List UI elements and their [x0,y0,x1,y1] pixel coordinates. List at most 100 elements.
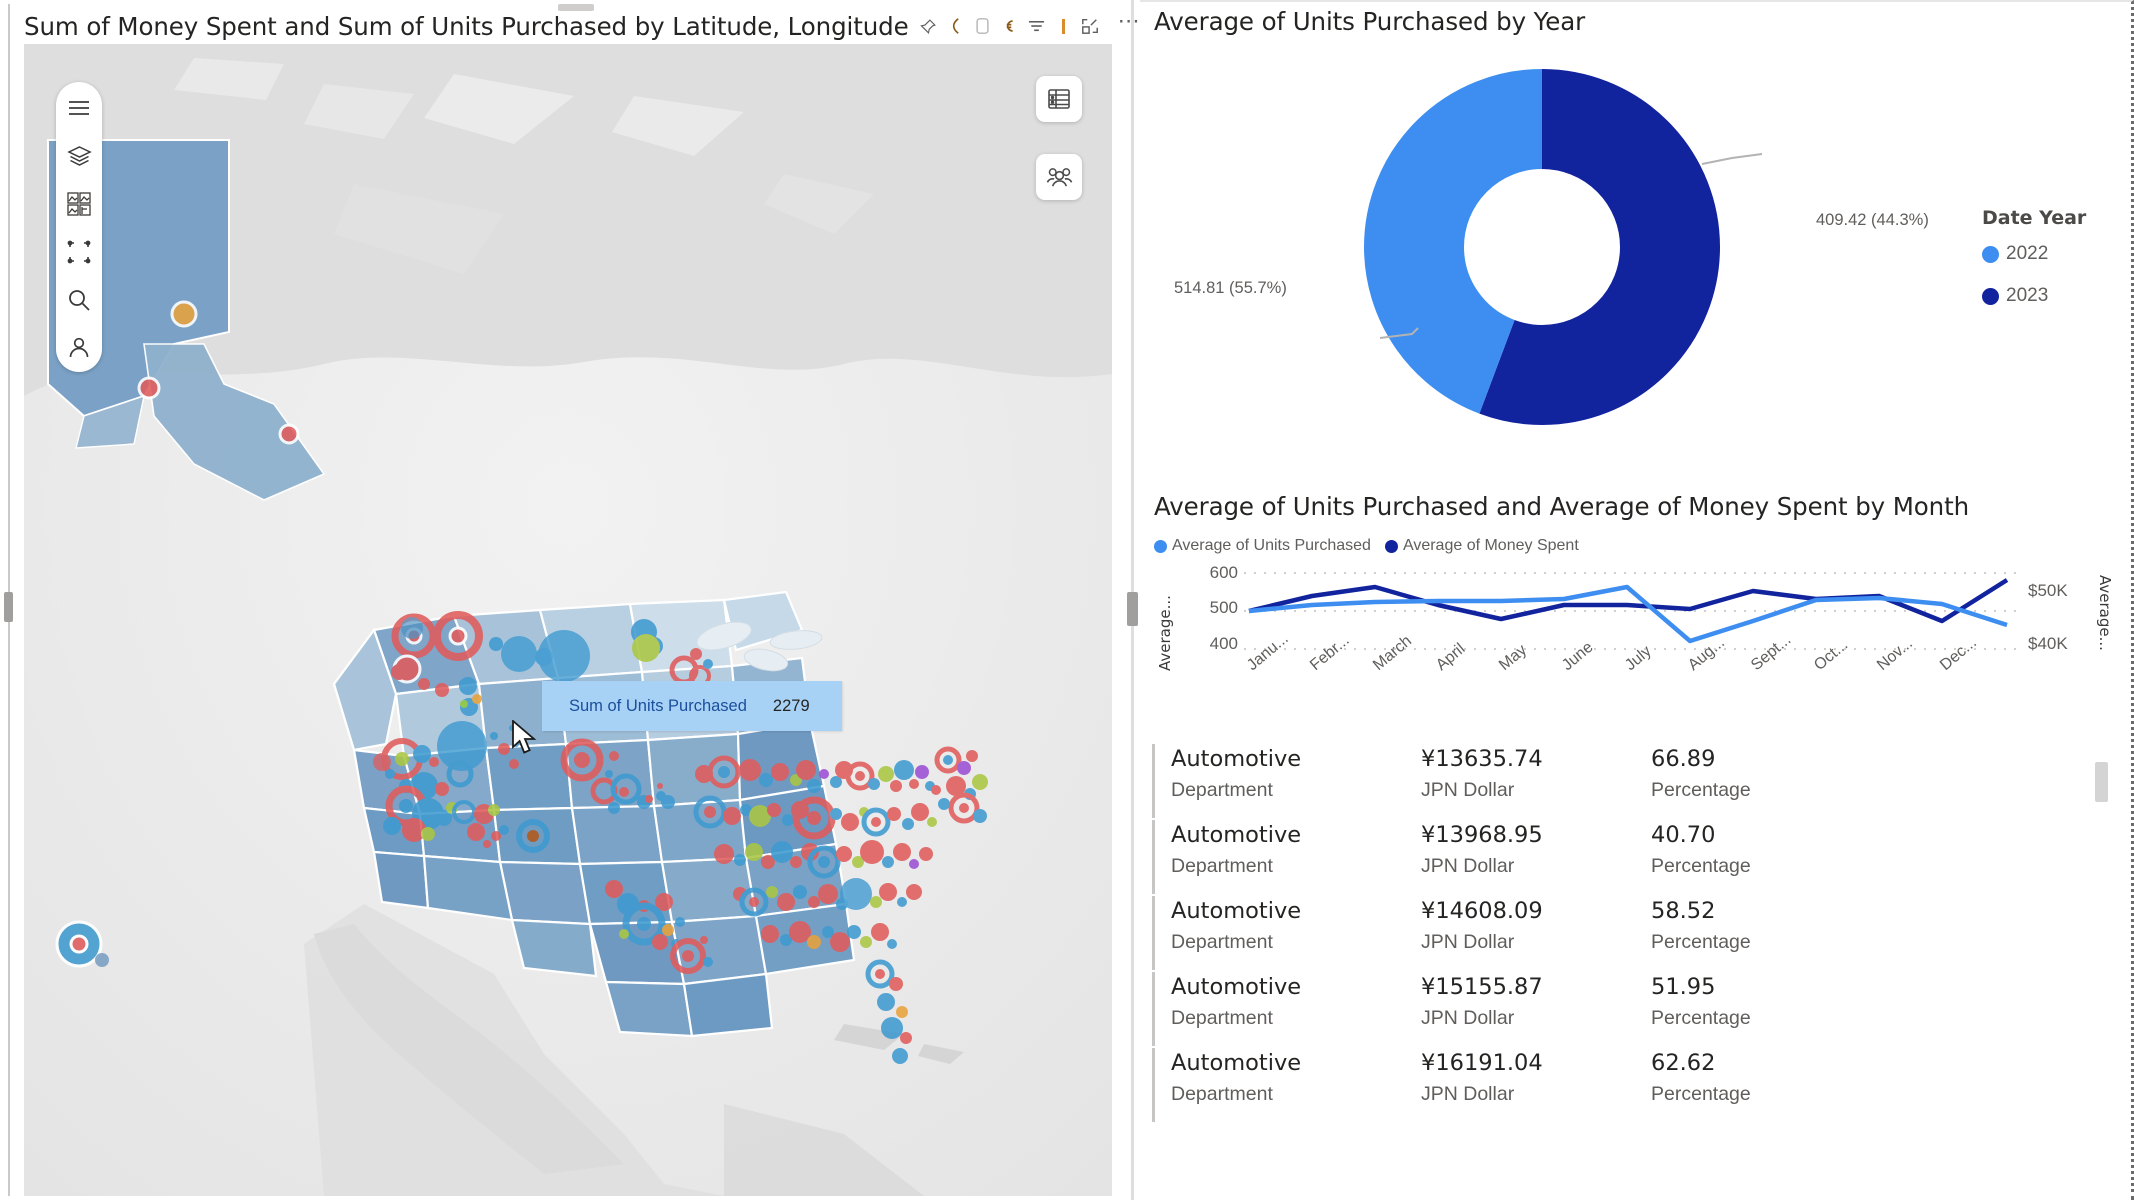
card-percentage-value: 66.89 [1651,746,1716,772]
card-accent-bar [1152,896,1155,970]
card-row[interactable]: Automotive Department ¥14608.09 JPN Doll… [1152,896,2072,972]
card-amount-label: JPN Dollar [1421,1007,1515,1029]
map-tool-rail [56,82,102,372]
table-legend-icon[interactable] [1036,76,1082,122]
people-group-icon[interactable] [1036,154,1082,200]
map-graphic[interactable] [24,44,1112,1196]
legend-item-2022[interactable]: 2022 [1982,243,2086,265]
card-accent-bar [1152,744,1155,818]
bookmark-icon[interactable] [973,15,992,37]
series-line-units-purchased [1248,584,2008,644]
card-row[interactable]: Automotive Department ¥13968.95 JPN Doll… [1152,820,2072,896]
line-visual: Average of Units Purchased and Average o… [1152,492,2114,737]
panel-resize-handle-left[interactable] [4,592,13,622]
y-tick-40k: $40K [2028,634,2068,653]
card-percentage-value: 62.62 [1651,1050,1716,1076]
legend-label-units[interactable]: Average of Units Purchased [1172,537,1371,555]
card-department-value: Automotive [1171,746,1302,772]
legend-item-2023[interactable]: 2023 [1982,285,2086,307]
visual-header-actions: ⋯ [919,10,1141,37]
map-canvas-container[interactable]: Sum of Units Purchased 2279 [24,44,1112,1196]
card-percentage-label: Percentage [1651,1007,1751,1029]
card-department-label: Department [1171,1083,1273,1105]
donut-chart[interactable] [1262,52,1822,442]
legend-label-2023: 2023 [2006,285,2049,306]
legend-swatch-money [1384,539,1398,553]
card-percentage-label: Percentage [1651,931,1751,953]
search-icon[interactable] [64,286,94,314]
line-y-axis-left-title: Average... [1156,595,1174,671]
line-legend: Average of Units Purchased Average of Mo… [1154,537,1588,555]
more-options-icon[interactable]: ⋯ [1118,10,1141,36]
layers-icon[interactable] [64,142,94,170]
callout-line-right [1701,153,1763,165]
filter-icon[interactable] [1027,15,1046,37]
donut-visual-title: Average of Units Purchased by Year [1154,7,1586,36]
map-tooltip: Sum of Units Purchased 2279 [542,681,842,731]
card-row[interactable]: Automotive Department ¥13635.74 JPN Doll… [1152,744,2072,820]
card-percentage-value: 51.95 [1651,974,1716,1000]
tooltip-label: Sum of Units Purchased [569,696,747,715]
card-department-value: Automotive [1171,1050,1302,1076]
legend-swatch-2022 [1982,245,1999,263]
card-percentage-label: Percentage [1651,779,1751,801]
map-visual-title: Sum of Money Spent and Sum of Units Purc… [24,11,909,41]
line-y-axis-right-title: Average... [2096,575,2114,651]
line-chart[interactable]: Average... Average... 600 500 400 $50K $… [1152,563,2114,725]
card-row[interactable]: Automotive Department ¥15155.87 JPN Doll… [1152,972,2072,1048]
donut-data-label-2022: 409.42 (44.3%) [1816,211,1929,229]
visual-resize-handle-top[interactable] [558,4,594,11]
donut-graphic[interactable] [1262,52,1822,442]
card-amount-label: JPN Dollar [1421,855,1515,877]
y-tick-50k: $50K [2028,581,2068,600]
card-amount-label: JPN Dollar [1421,1083,1515,1105]
y-tick-500: 500 [1209,598,1238,617]
donut-visual: Average of Units Purchased by Year 514.8… [1152,2,2112,472]
comment-icon[interactable] [946,15,965,37]
card-department-label: Department [1171,779,1273,801]
card-amount-label: JPN Dollar [1421,931,1515,953]
card-accent-bar [1152,972,1155,1046]
hamburger-menu-icon[interactable] [64,94,94,122]
donut-data-label-2023: 514.81 (55.7%) [1174,279,1287,297]
card-accent-bar [1152,820,1155,894]
card-department-value: Automotive [1171,898,1302,924]
pin-icon[interactable] [919,15,938,37]
currency-icon[interactable] [1000,15,1019,37]
selection-box-icon[interactable] [64,238,94,266]
card-list-visual[interactable]: Automotive Department ¥13635.74 JPN Doll… [1152,744,2112,1200]
legend-label-2022: 2022 [2006,243,2049,264]
card-amount-value: ¥13968.95 [1421,822,1543,848]
card-percentage-label: Percentage [1651,855,1751,877]
card-accent-bar [1152,1048,1155,1122]
basemap-gallery-icon[interactable] [64,190,94,218]
panel-resize-handle-center[interactable] [1127,592,1138,626]
right-visuals-panel: Average of Units Purchased by Year 514.8… [1140,0,2134,1200]
legend-swatch-2023 [1982,287,1999,305]
divider-mark [1054,15,1073,37]
card-department-label: Department [1171,855,1273,877]
card-department-label: Department [1171,931,1273,953]
card-amount-label: JPN Dollar [1421,779,1515,801]
y-tick-600: 600 [1209,563,1238,582]
legend-label-money[interactable]: Average of Money Spent [1403,537,1579,555]
tooltip-value: 2279 [772,696,810,715]
card-department-value: Automotive [1171,974,1302,1000]
card-percentage-value: 58.52 [1651,898,1716,924]
locate-person-icon[interactable] [64,334,94,362]
y-tick-400: 400 [1209,634,1238,653]
card-amount-value: ¥14608.09 [1421,898,1543,924]
card-department-label: Department [1171,1007,1273,1029]
card-list-scrollbar[interactable] [2095,762,2108,802]
mouse-cursor [512,720,537,754]
map-visual: Sum of Money Spent and Sum of Units Purc… [8,4,1140,1196]
donut-legend: Date Year 2022 2023 [1982,207,2086,327]
card-amount-value: ¥13635.74 [1421,746,1543,772]
focus-mode-icon[interactable] [1081,15,1100,37]
card-percentage-label: Percentage [1651,1083,1751,1105]
card-percentage-value: 40.70 [1651,822,1716,848]
card-row[interactable]: Automotive Department ¥16191.04 JPN Doll… [1152,1048,2072,1124]
donut-legend-title: Date Year [1982,207,2087,229]
card-department-value: Automotive [1171,822,1302,848]
legend-swatch-units [1154,539,1167,553]
